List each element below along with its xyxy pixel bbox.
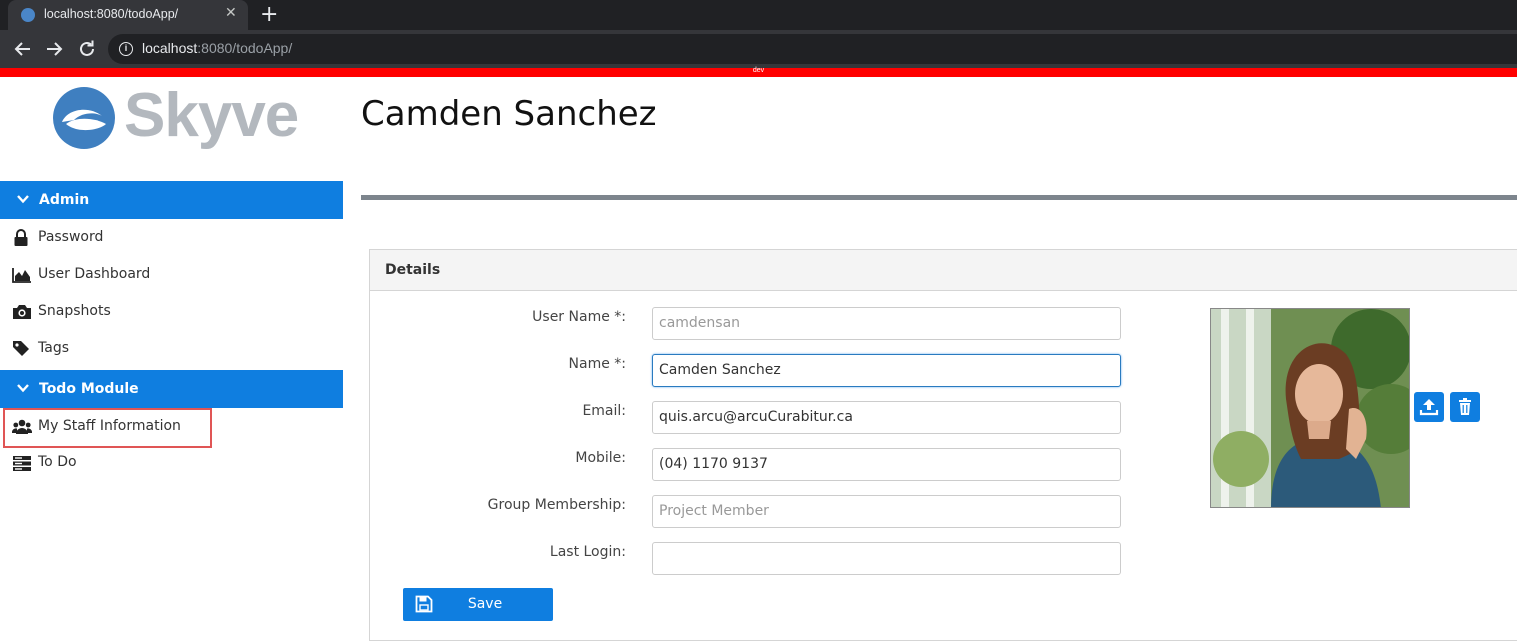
profile-photo	[1210, 308, 1410, 508]
browser-tab[interactable]: localhost:8080/todoApp/ ✕	[8, 0, 248, 30]
logo-text: Skyve	[124, 81, 299, 150]
server-icon	[13, 456, 31, 471]
url-text: localhost:8080/todoApp/	[142, 40, 292, 56]
chevron-down-icon	[17, 195, 29, 204]
name-field[interactable]: Camden Sanchez	[652, 354, 1121, 387]
close-tab-icon[interactable]: ✕	[225, 5, 237, 21]
camera-icon	[13, 305, 31, 319]
site-info-icon[interactable]: i	[119, 42, 133, 56]
profile-photo-image	[1211, 309, 1409, 507]
browser-toolbar: i localhost:8080/todoApp/	[0, 30, 1517, 68]
tab-title: localhost:8080/todoApp/	[44, 7, 179, 21]
title-divider	[361, 195, 1517, 200]
menu-item-label: Snapshots	[38, 303, 111, 319]
last-login-label: Last Login:	[549, 544, 626, 560]
mobile-label: Mobile:	[575, 450, 626, 466]
reload-icon[interactable]	[76, 38, 98, 60]
skyve-logo[interactable]: Skyve	[52, 81, 302, 156]
lock-icon	[14, 229, 28, 246]
environment-bar: dev	[0, 67, 1517, 77]
new-tab-button[interactable]: +	[260, 2, 278, 27]
email-label: Email:	[582, 403, 626, 419]
selection-highlight-box	[3, 408, 212, 448]
page-title: Camden Sanchez	[361, 94, 657, 134]
last-login-field[interactable]	[652, 542, 1121, 575]
panel-header: Details	[370, 250, 1517, 291]
group-membership-field[interactable]: Project Member	[652, 495, 1121, 528]
forward-arrow-icon[interactable]	[43, 38, 65, 60]
save-button-label: Save	[467, 596, 503, 612]
mobile-field[interactable]: (04) 1170 9137	[652, 448, 1121, 481]
group-membership-label: Group Membership:	[487, 497, 626, 513]
menu-group-label: Todo Module	[39, 381, 139, 397]
details-panel: Details User Name *: camdensan Name *: C…	[369, 249, 1517, 641]
menu-item-tags[interactable]: Tags	[0, 331, 343, 367]
email-field[interactable]: quis.arcu@arcuCurabitur.ca	[652, 401, 1121, 434]
menu-group-todo-module[interactable]: Todo Module	[0, 370, 343, 408]
menu-item-snapshots[interactable]: Snapshots	[0, 294, 343, 330]
username-label: User Name *:	[532, 309, 626, 325]
chevron-down-icon	[17, 384, 29, 393]
upload-icon	[1419, 399, 1439, 416]
menu-group-admin[interactable]: Admin	[0, 181, 343, 219]
tag-icon	[13, 341, 29, 356]
name-label: Name *:	[568, 356, 626, 372]
delete-photo-button[interactable]	[1450, 392, 1480, 422]
menu-item-label: User Dashboard	[38, 266, 151, 282]
area-chart-icon	[12, 268, 31, 283]
panel-title: Details	[385, 262, 441, 278]
browser-tab-bar: localhost:8080/todoApp/ ✕ +	[0, 0, 1517, 30]
menu-item-password[interactable]: Password	[0, 220, 343, 256]
menu-item-label: Password	[38, 229, 104, 245]
username-field[interactable]: camdensan	[652, 307, 1121, 340]
menu-group-label: Admin	[39, 192, 90, 208]
trash-icon	[1459, 398, 1471, 415]
menu-item-label: Tags	[38, 340, 69, 356]
menu-item-to-do[interactable]: To Do	[0, 445, 343, 481]
upload-photo-button[interactable]	[1414, 392, 1444, 422]
logo-mark-icon	[53, 87, 115, 149]
url-host: localhost	[142, 40, 198, 56]
favicon-icon	[21, 8, 35, 22]
url-path: :8080/todoApp/	[197, 40, 293, 56]
environment-label: dev	[752, 67, 765, 74]
menu-item-user-dashboard[interactable]: User Dashboard	[0, 257, 343, 293]
address-bar[interactable]: i localhost:8080/todoApp/	[108, 34, 1517, 64]
menu-item-label: To Do	[38, 454, 77, 470]
save-button[interactable]: Save	[403, 588, 553, 621]
back-arrow-icon[interactable]	[12, 38, 34, 60]
